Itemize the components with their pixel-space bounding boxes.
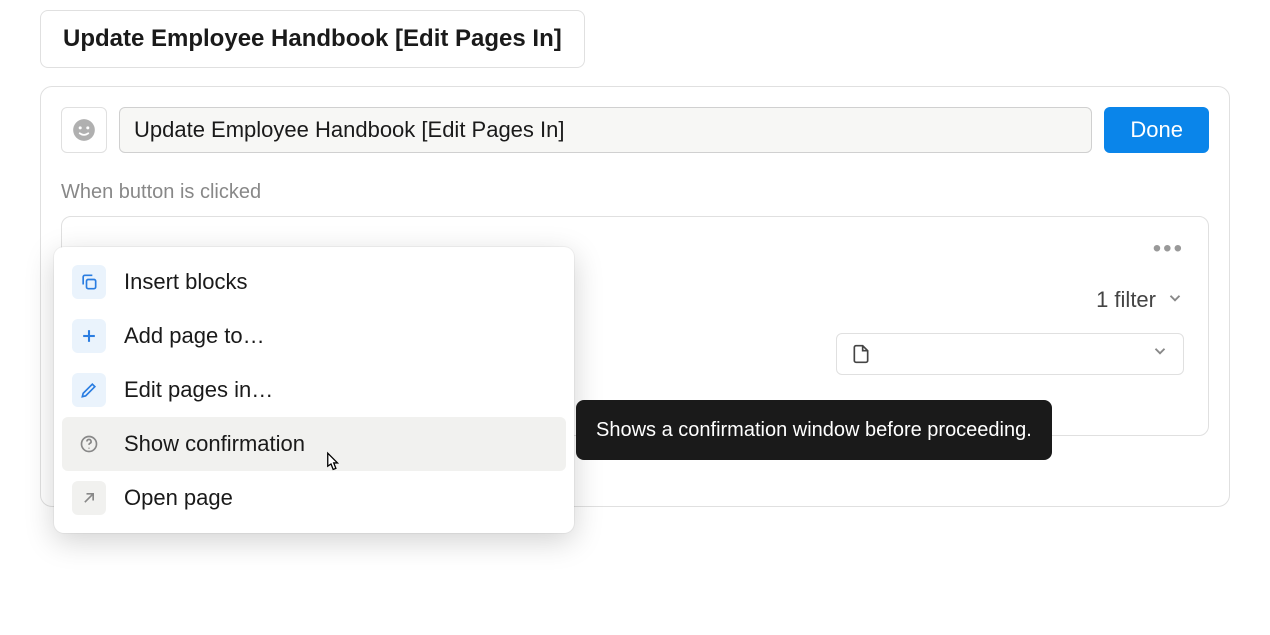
- header-row: Done: [61, 107, 1209, 153]
- menu-label: Insert blocks: [124, 269, 248, 295]
- menu-item-edit-pages-in[interactable]: Edit pages in…: [62, 363, 566, 417]
- menu-item-add-page-to[interactable]: Add page to…: [62, 309, 566, 363]
- menu-label: Open page: [124, 485, 233, 511]
- section-label: When button is clicked: [61, 181, 1209, 204]
- action-dropdown-menu: Insert blocks Add page to… Edit pages in…: [54, 247, 574, 533]
- filter-button[interactable]: 1 filter: [1096, 287, 1184, 313]
- tooltip: Shows a confirmation window before proce…: [576, 400, 1052, 460]
- file-icon: [851, 344, 871, 364]
- menu-label: Edit pages in…: [124, 377, 273, 403]
- filter-label: 1 filter: [1096, 287, 1156, 313]
- chevron-down-icon: [1151, 342, 1169, 366]
- menu-item-show-confirmation[interactable]: Show confirmation: [62, 417, 566, 471]
- emoji-picker-button[interactable]: [61, 107, 107, 153]
- menu-item-insert-blocks[interactable]: Insert blocks: [62, 255, 566, 309]
- title-bar: Update Employee Handbook [Edit Pages In]: [40, 10, 585, 68]
- smiley-icon: [71, 117, 97, 143]
- tooltip-text: Shows a confirmation window before proce…: [596, 419, 1032, 441]
- automation-name-input[interactable]: [119, 107, 1092, 153]
- menu-label: Show confirmation: [124, 431, 305, 457]
- plus-icon: [72, 319, 106, 353]
- done-button[interactable]: Done: [1104, 107, 1209, 153]
- more-options-icon[interactable]: •••: [1153, 235, 1184, 263]
- page-selection-pill[interactable]: [836, 333, 1184, 375]
- menu-item-open-page[interactable]: Open page: [62, 471, 566, 525]
- question-icon: [72, 427, 106, 461]
- copy-icon: [72, 265, 106, 299]
- chevron-down-icon: [1166, 287, 1184, 313]
- page-title: Update Employee Handbook [Edit Pages In]: [63, 25, 562, 52]
- edit-icon: [72, 373, 106, 407]
- menu-label: Add page to…: [124, 323, 265, 349]
- arrow-up-right-icon: [72, 481, 106, 515]
